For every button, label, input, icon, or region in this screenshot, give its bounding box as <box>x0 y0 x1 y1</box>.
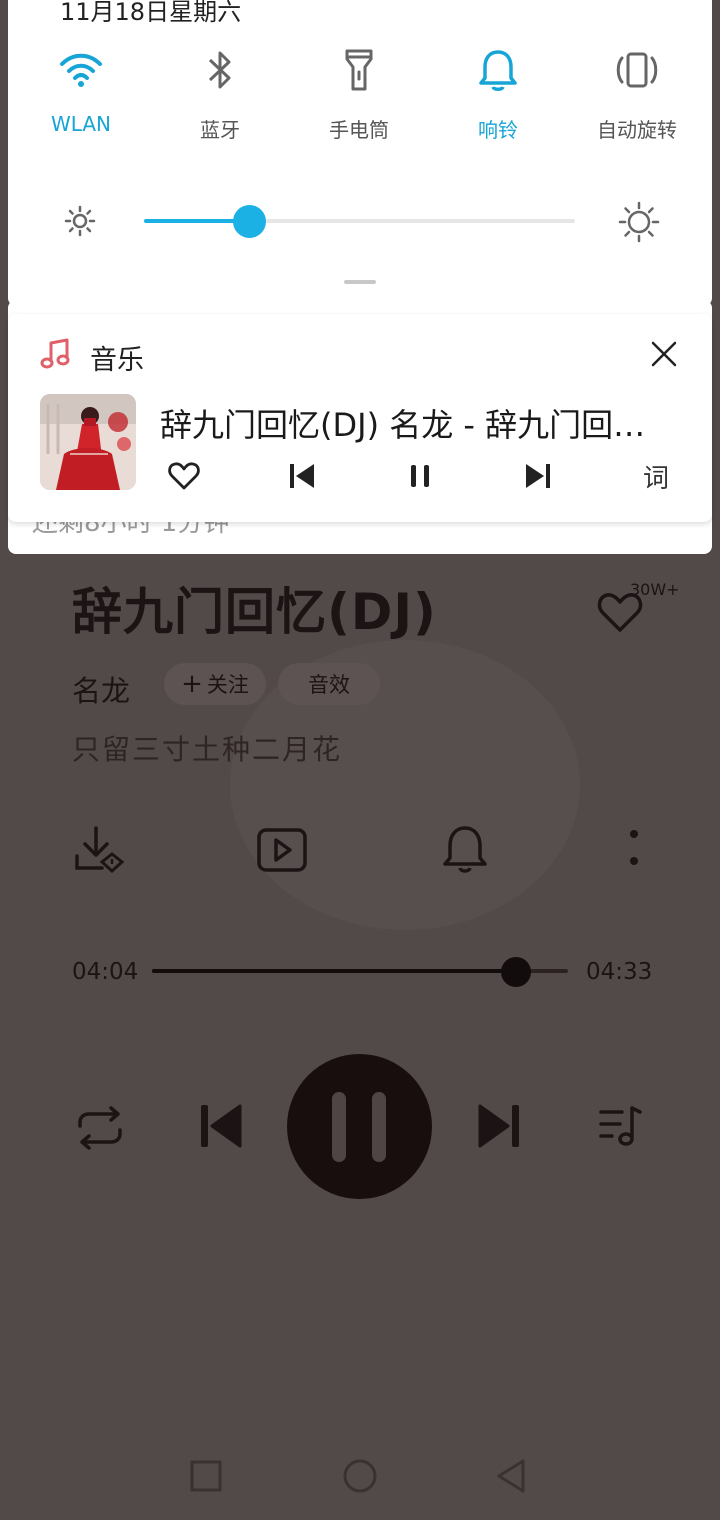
follow-button[interactable]: + 关注 <box>164 663 266 705</box>
toggle-label-wlan: WLAN <box>50 112 112 136</box>
like-count: 30W+ <box>630 580 680 599</box>
recents-icon[interactable] <box>190 1460 222 1492</box>
playlist-icon[interactable] <box>598 1104 644 1148</box>
bluetooth-icon <box>208 51 231 89</box>
progress-fill <box>152 969 516 973</box>
notification-song-title: 辞九门回忆(DJ) 名龙 - 辞九门回忆(DJ) <box>160 406 660 444</box>
download-icon[interactable] <box>72 824 128 878</box>
previous-icon <box>290 464 314 488</box>
pause-button-card[interactable] <box>400 456 440 496</box>
more-options-icon[interactable] <box>626 828 642 870</box>
toggle-flashlight[interactable]: 手电筒 <box>289 48 429 143</box>
flashlight-icon <box>345 49 373 91</box>
progress-thumb[interactable] <box>501 957 531 987</box>
effects-label: 音效 <box>308 673 350 697</box>
toggle-label-ringer: 响铃 <box>478 118 518 142</box>
follow-label: 关注 <box>206 673 249 697</box>
repeat-icon[interactable] <box>74 1106 126 1150</box>
pause-icon-left <box>332 1092 346 1162</box>
brightness-thumb[interactable] <box>233 205 266 238</box>
next-icon <box>526 464 550 488</box>
date-label: 11月18日星期六 <box>60 0 242 26</box>
previous-button-card[interactable] <box>282 456 322 496</box>
lyrics-label: 词 <box>642 463 669 494</box>
toggle-label-flashlight: 手电筒 <box>329 118 389 142</box>
album-cover <box>40 394 136 490</box>
album-art-image <box>40 394 136 490</box>
like-button[interactable]: 30W+ <box>596 580 686 640</box>
like-button-card[interactable] <box>164 456 204 496</box>
current-lyric[interactable]: 只留三寸土种二月花 <box>72 728 342 768</box>
next-track-icon[interactable] <box>476 1102 522 1150</box>
song-title: 辞九门回忆(DJ) <box>72 583 437 641</box>
current-time: 04:04 <box>72 959 139 985</box>
home-icon[interactable] <box>343 1459 377 1493</box>
quick-settings-panel: 11月18日星期六 WLAN 蓝牙 手电筒 响铃 自动旋转 <box>8 0 712 306</box>
toggle-label-bluetooth: 蓝牙 <box>200 118 240 142</box>
brightness-slider[interactable] <box>144 219 575 223</box>
plus-icon: + <box>181 669 203 699</box>
pause-icon <box>411 465 429 487</box>
ringtone-bell-icon[interactable] <box>442 824 488 874</box>
toggle-auto-rotate[interactable]: 自动旋转 <box>567 48 707 143</box>
artist-name[interactable]: 名龙 <box>72 668 130 710</box>
brightness-high-icon <box>618 201 660 243</box>
pause-icon-right <box>372 1092 386 1162</box>
toggle-wlan[interactable]: WLAN <box>11 50 151 136</box>
sound-effects-button[interactable]: 音效 <box>278 663 380 705</box>
drag-handle[interactable] <box>344 280 376 284</box>
media-notification-card[interactable]: 音乐 辞九门回忆(DJ) 名龙 - 辞九门回忆(DJ) 词 <box>8 314 712 522</box>
toggle-ringer[interactable]: 响铃 <box>428 48 568 143</box>
play-pause-button[interactable] <box>287 1054 432 1199</box>
total-time: 04:33 <box>586 959 653 985</box>
auto-rotate-icon <box>616 52 658 88</box>
brightness-low-icon <box>64 205 96 237</box>
back-icon[interactable] <box>496 1458 526 1494</box>
close-icon[interactable] <box>650 340 678 368</box>
app-name: 音乐 <box>90 345 144 376</box>
video-icon[interactable] <box>256 827 308 873</box>
music-note-icon <box>40 338 70 369</box>
toggle-label-auto-rotate: 自动旋转 <box>597 118 677 142</box>
bell-icon <box>479 50 517 91</box>
lyrics-button-card[interactable]: 词 <box>636 456 676 496</box>
previous-track-icon[interactable] <box>198 1102 244 1150</box>
toggle-bluetooth[interactable]: 蓝牙 <box>150 48 290 143</box>
next-button-card[interactable] <box>518 456 558 496</box>
heart-icon <box>168 462 200 490</box>
wifi-icon <box>60 53 102 87</box>
